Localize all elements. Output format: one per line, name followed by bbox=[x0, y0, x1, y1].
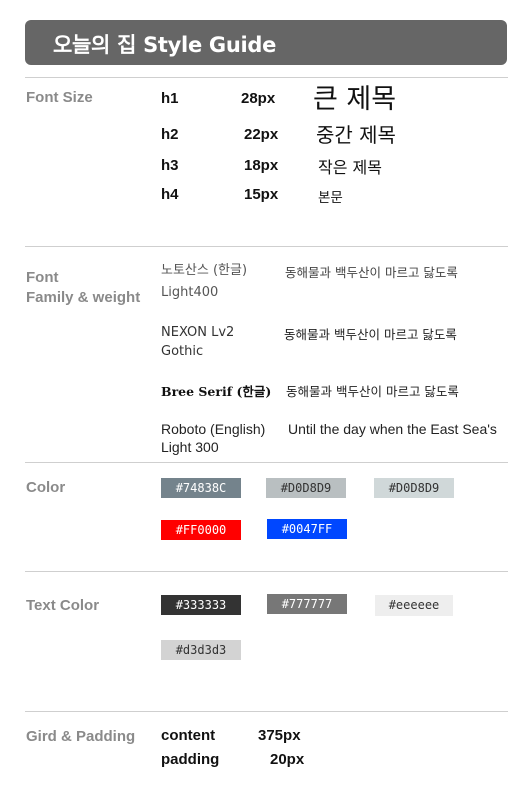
font-family-name: Bree Serif (한글) bbox=[161, 384, 272, 399]
text-color-swatch: #eeeeee bbox=[375, 595, 453, 616]
font-size-tag: h1 bbox=[161, 90, 179, 107]
font-family-name: Roboto (English) bbox=[161, 421, 266, 437]
text-color-swatch: #333333 bbox=[161, 595, 241, 615]
font-family-name: 노토산스 (한글) bbox=[161, 263, 248, 278]
grid-key: padding bbox=[161, 751, 220, 768]
page-title: 오늘의 집 Style Guide bbox=[53, 33, 277, 57]
color-swatch: #FF0000 bbox=[161, 520, 241, 540]
section-label-color: Color bbox=[26, 479, 66, 496]
divider bbox=[25, 77, 508, 78]
font-size-sample: 작은 제목 bbox=[318, 158, 382, 177]
font-family-weight: Light400 bbox=[161, 285, 219, 300]
font-size-value: 22px bbox=[244, 126, 279, 143]
font-family-name: NEXON Lv2 bbox=[161, 325, 235, 340]
section-label-grid-padding: Gird & Padding bbox=[26, 728, 136, 745]
font-family-sample: Until the day when the East Sea's bbox=[288, 421, 497, 437]
color-swatch: #D0D8D9 bbox=[374, 478, 454, 498]
divider bbox=[25, 571, 508, 572]
font-size-sample: 큰 제목 bbox=[313, 84, 397, 115]
font-size-tag: h2 bbox=[161, 126, 179, 143]
font-size-value: 18px bbox=[244, 157, 279, 174]
color-swatch: #0047FF bbox=[267, 519, 347, 539]
color-swatch: #74838C bbox=[161, 478, 241, 498]
text-color-swatch: #d3d3d3 bbox=[161, 640, 241, 660]
grid-value: 20px bbox=[270, 751, 305, 768]
color-swatch: #D0D8D9 bbox=[266, 478, 346, 498]
font-size-tag: h4 bbox=[161, 186, 179, 203]
font-family-weight: Light 300 bbox=[161, 439, 219, 455]
text-color-swatch: #777777 bbox=[267, 594, 347, 614]
font-family-sample: 동해물과 백두산이 마르고 닳도록 bbox=[285, 265, 458, 280]
section-label-font-family-weight: Family & weight bbox=[26, 289, 141, 306]
font-family-sample: 동해물과 백두산이 마르고 닳도록 bbox=[286, 384, 459, 399]
section-label-text-color: Text Color bbox=[26, 597, 100, 614]
font-size-value: 15px bbox=[244, 186, 279, 203]
font-size-tag: h3 bbox=[161, 157, 179, 174]
divider bbox=[25, 246, 508, 247]
divider bbox=[25, 462, 508, 463]
grid-key: content bbox=[161, 727, 216, 744]
divider bbox=[25, 711, 508, 712]
header-bar: 오늘의 집 Style Guide bbox=[25, 20, 507, 65]
font-family-sample: 동해물과 백두산이 마르고 닳도록 bbox=[284, 327, 457, 342]
grid-value: 375px bbox=[258, 727, 301, 744]
font-size-value: 28px bbox=[241, 90, 276, 107]
font-family-weight: Gothic bbox=[161, 344, 204, 359]
section-label-font-family: Font bbox=[26, 269, 59, 286]
font-size-sample: 본문 bbox=[318, 190, 343, 206]
font-size-sample: 중간 제목 bbox=[316, 123, 396, 147]
section-label-font-size: Font Size bbox=[26, 89, 93, 106]
